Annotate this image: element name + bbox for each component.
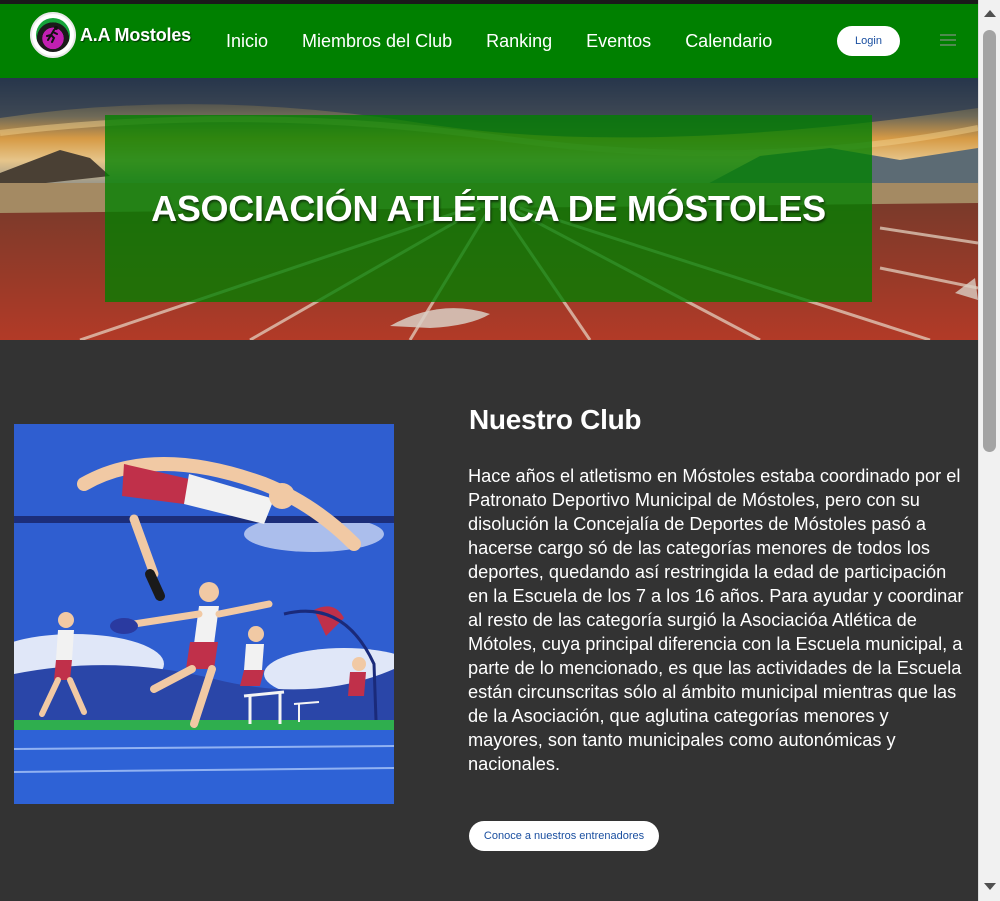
coaches-button[interactable]: Conoce a nuestros entrenadores (469, 821, 659, 851)
nav-link-eventos[interactable]: Eventos (586, 31, 651, 52)
scroll-thumb[interactable] (983, 30, 996, 452)
club-description: Hace años el atletismo en Móstoles estab… (468, 466, 964, 774)
nav-link-miembros[interactable]: Miembros del Club (302, 31, 452, 52)
club-logo-icon (30, 12, 76, 58)
club-title: Nuestro Club (469, 404, 642, 435)
hero-title-box: ASOCIACIÓN ATLÉTICA DE MÓSTOLES (105, 115, 872, 302)
window-top-border (0, 0, 1000, 4)
viewport: A.A Mostoles Inicio Miembros del Club Ra… (0, 0, 978, 901)
menu-icon[interactable] (940, 34, 956, 48)
scroll-up-icon[interactable] (984, 10, 996, 17)
nav-link-inicio[interactable]: Inicio (226, 31, 268, 52)
brand-name: A.A Mostoles (80, 24, 191, 45)
login-button[interactable]: Login (837, 26, 900, 56)
nav-links: Inicio Miembros del Club Ranking Eventos… (226, 4, 806, 78)
vertical-scrollbar[interactable] (978, 0, 1000, 901)
hero-title: ASOCIACIÓN ATLÉTICA DE MÓSTOLES (151, 187, 826, 229)
nav-link-ranking[interactable]: Ranking (486, 31, 552, 52)
club-section: Nuestro Club Hace años el atletismo en M… (0, 340, 978, 901)
scroll-down-icon[interactable] (984, 883, 996, 890)
athletics-illustration (14, 424, 394, 804)
nav-link-calendario[interactable]: Calendario (685, 31, 772, 52)
brand[interactable]: A.A Mostoles (30, 12, 191, 58)
hero-banner: ASOCIACIÓN ATLÉTICA DE MÓSTOLES (0, 78, 978, 340)
navbar: A.A Mostoles Inicio Miembros del Club Ra… (0, 4, 978, 78)
